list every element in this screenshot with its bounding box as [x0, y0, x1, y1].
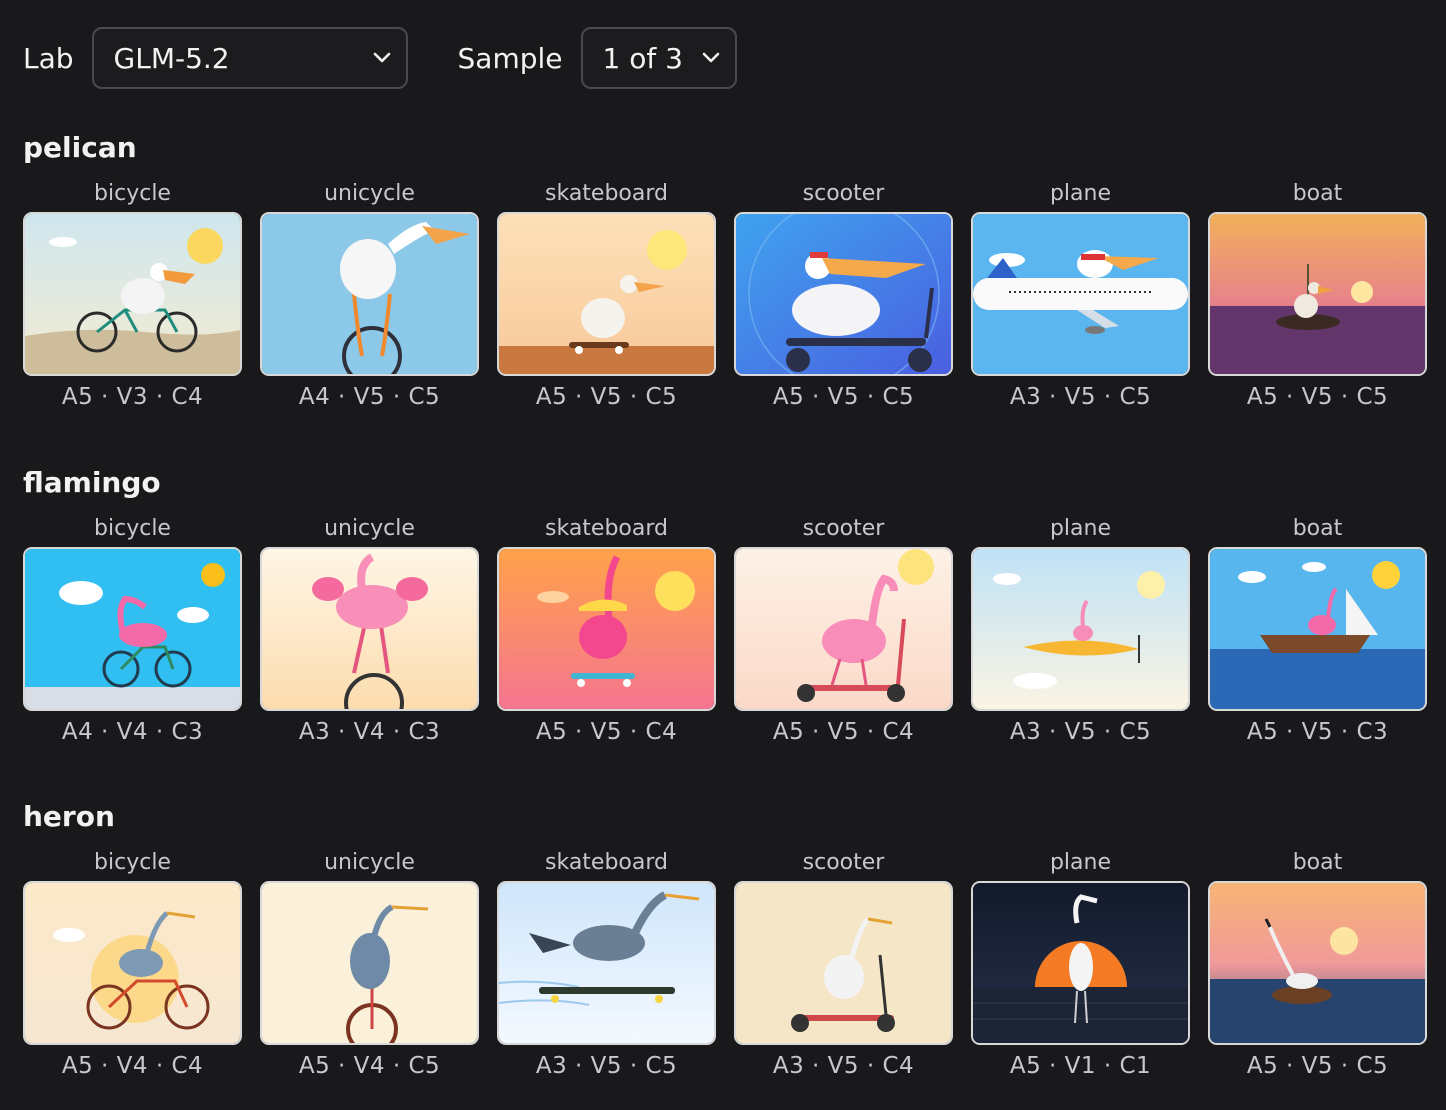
- section-title: heron: [23, 800, 115, 833]
- vehicle-label: scooter: [802, 516, 885, 541]
- thumbnail-image[interactable]: [971, 881, 1190, 1045]
- card-flamingo-plane: plane A3 · V5 · C5: [971, 513, 1190, 745]
- score-label: A4 · V5 · C5: [298, 384, 441, 410]
- sample-select[interactable]: 1 of 3: [580, 27, 737, 89]
- score-label: A3 · V5 · C5: [1009, 719, 1152, 745]
- vehicle-label: bicycle: [94, 516, 171, 541]
- thumbnail-image[interactable]: [734, 547, 953, 711]
- score-label: A5 · V4 · C5: [298, 1053, 441, 1079]
- thumbnail-image[interactable]: [1208, 881, 1427, 1045]
- score-label: A5 · V4 · C4: [61, 1053, 204, 1079]
- card-heron-skateboard: skateboard A3 · V5 · C5: [497, 847, 716, 1079]
- section-title: flamingo: [23, 466, 161, 499]
- thumbnail-image[interactable]: [1208, 212, 1427, 376]
- thumbnail-image[interactable]: [260, 212, 479, 376]
- vehicle-label: plane: [1049, 516, 1112, 541]
- thumbnail-row: bicycle A5 · V4 · C4 unicycle A5 · V4 · …: [23, 847, 1427, 1079]
- thumbnail-image[interactable]: [971, 547, 1190, 711]
- score-label: A5 · V3 · C4: [61, 384, 204, 410]
- card-heron-scooter: scooter A3 · V5 · C4: [734, 847, 953, 1079]
- score-label: A4 · V4 · C3: [61, 719, 204, 745]
- vehicle-label: scooter: [802, 181, 885, 206]
- vehicle-label: boat: [1292, 181, 1343, 206]
- chevron-down-icon: [702, 52, 719, 63]
- vehicle-label: scooter: [802, 850, 885, 875]
- card-flamingo-bicycle: bicycle A4 · V4 · C3: [23, 513, 242, 745]
- score-label: A5 · V5 · C5: [1246, 1053, 1389, 1079]
- thumbnail-image[interactable]: [497, 212, 716, 376]
- card-pelican-unicycle: unicycle A4 · V5 · C5: [260, 178, 479, 410]
- vehicle-label: plane: [1049, 850, 1112, 875]
- vehicle-label: bicycle: [94, 850, 171, 875]
- toolbar: Lab GLM-5.2 Sample 1 of 3: [23, 26, 737, 90]
- score-label: A5 · V5 · C4: [772, 719, 915, 745]
- vehicle-label: skateboard: [545, 181, 668, 206]
- vehicle-label: boat: [1292, 516, 1343, 541]
- score-label: A5 · V1 · C1: [1009, 1053, 1152, 1079]
- thumbnail-image[interactable]: [1208, 547, 1427, 711]
- lab-select-value: GLM-5.2: [113, 41, 230, 75]
- thumbnail-image[interactable]: [23, 881, 242, 1045]
- thumbnail-image[interactable]: [260, 547, 479, 711]
- card-heron-bicycle: bicycle A5 · V4 · C4: [23, 847, 242, 1079]
- card-pelican-bicycle: bicycle A5 · V3 · C4: [23, 178, 242, 410]
- thumbnail-image[interactable]: [260, 881, 479, 1045]
- thumbnail-row: bicycle A5 · V3 · C4 unicycle A4 · V5 · …: [23, 178, 1427, 410]
- card-flamingo-scooter: scooter A5 · V5 · C4: [734, 513, 953, 745]
- score-label: A5 · V5 · C3: [1246, 719, 1389, 745]
- card-pelican-scooter: scooter A5 · V5 · C5: [734, 178, 953, 410]
- thumbnail-row: bicycle A4 · V4 · C3 unicycle A3 · V4 · …: [23, 513, 1427, 745]
- score-label: A3 · V5 · C4: [772, 1053, 915, 1079]
- sample-label: Sample: [457, 41, 563, 75]
- card-flamingo-skateboard: skateboard A5 · V5 · C4: [497, 513, 716, 745]
- lab-label: Lab: [23, 41, 74, 75]
- vehicle-label: unicycle: [324, 181, 415, 206]
- score-label: A3 · V4 · C3: [298, 719, 441, 745]
- thumbnail-image[interactable]: [497, 547, 716, 711]
- thumbnail-image[interactable]: [23, 547, 242, 711]
- thumbnail-image[interactable]: [734, 212, 953, 376]
- lab-select[interactable]: GLM-5.2: [91, 27, 408, 89]
- thumbnail-image[interactable]: [23, 212, 242, 376]
- card-flamingo-boat: boat A5 · V5 · C3: [1208, 513, 1427, 745]
- card-pelican-skateboard: skateboard A5 · V5 · C5: [497, 178, 716, 410]
- score-label: A5 · V5 · C4: [535, 719, 678, 745]
- vehicle-label: skateboard: [545, 516, 668, 541]
- thumbnail-image[interactable]: [971, 212, 1190, 376]
- section-heron: heron bicycle A5 · V4 · C4 unicycle A5 ·…: [23, 797, 1427, 1079]
- chevron-down-icon: [373, 52, 390, 63]
- card-heron-unicycle: unicycle A5 · V4 · C5: [260, 847, 479, 1079]
- vehicle-label: unicycle: [324, 850, 415, 875]
- score-label: A5 · V5 · C5: [535, 384, 678, 410]
- card-pelican-plane: plane A3 · V5 · C5: [971, 178, 1190, 410]
- sample-select-value: 1 of 3: [602, 41, 683, 75]
- section-flamingo: flamingo bicycle A4 · V4 · C3 unicycle A…: [23, 463, 1427, 745]
- score-label: A5 · V5 · C5: [1246, 384, 1389, 410]
- section-title: pelican: [23, 131, 137, 164]
- vehicle-label: unicycle: [324, 516, 415, 541]
- vehicle-label: plane: [1049, 181, 1112, 206]
- vehicle-label: bicycle: [94, 181, 171, 206]
- vehicle-label: boat: [1292, 850, 1343, 875]
- card-heron-boat: boat A5 · V5 · C5: [1208, 847, 1427, 1079]
- thumbnail-image[interactable]: [734, 881, 953, 1045]
- vehicle-label: skateboard: [545, 850, 668, 875]
- card-pelican-boat: boat A5 · V5 · C5: [1208, 178, 1427, 410]
- card-heron-plane: plane A5 · V1 · C1: [971, 847, 1190, 1079]
- score-label: A3 · V5 · C5: [535, 1053, 678, 1079]
- section-pelican: pelican bicycle A5 · V3 · C4 unicycle A4…: [23, 128, 1427, 410]
- score-label: A3 · V5 · C5: [1009, 384, 1152, 410]
- score-label: A5 · V5 · C5: [772, 384, 915, 410]
- card-flamingo-unicycle: unicycle A3 · V4 · C3: [260, 513, 479, 745]
- thumbnail-image[interactable]: [497, 881, 716, 1045]
